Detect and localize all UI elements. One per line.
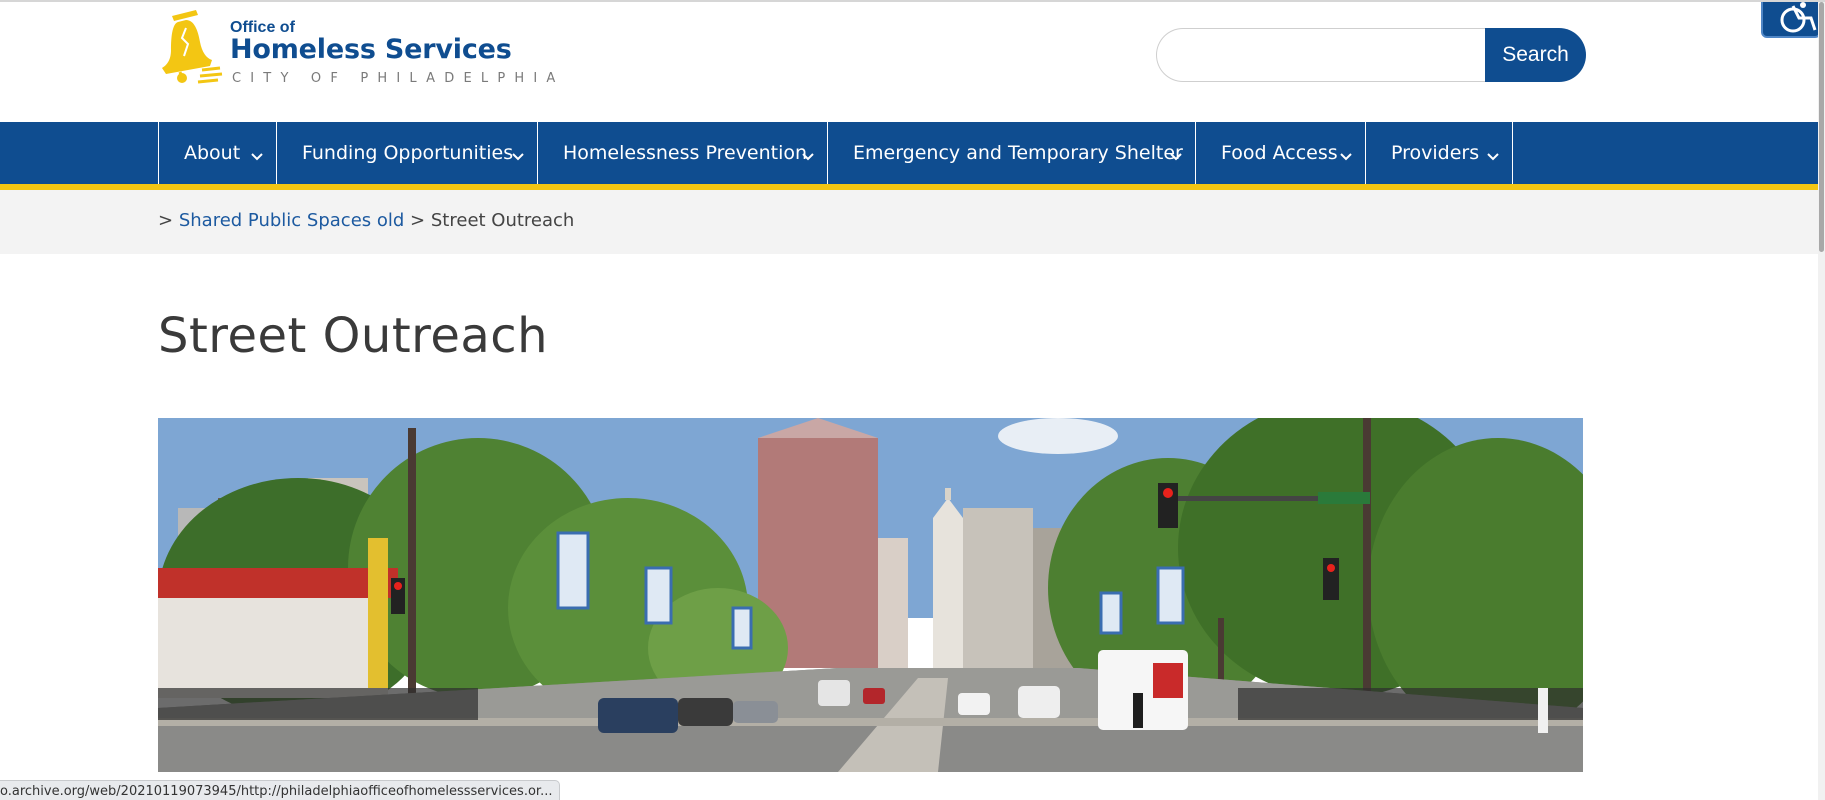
search-form: Search bbox=[1156, 28, 1586, 82]
nav-item-funding-opportunities[interactable]: Funding Opportunities bbox=[277, 122, 538, 184]
breadcrumb-separator: > bbox=[158, 210, 174, 231]
nav-item-label: Emergency and Temporary Shelter bbox=[853, 142, 1183, 164]
site-logo[interactable]: Office of Homeless Services CITY OF PHIL… bbox=[158, 8, 555, 88]
chevron-down-icon bbox=[512, 153, 524, 161]
nav-item-label: Food Access bbox=[1221, 142, 1338, 164]
nav-item-food-access[interactable]: Food Access bbox=[1196, 122, 1366, 184]
nav-item-about[interactable]: About bbox=[159, 122, 277, 184]
breadcrumb-separator: > bbox=[410, 210, 426, 231]
page-scrollbar[interactable] bbox=[1818, 2, 1825, 800]
site-header: Office of Homeless Services CITY OF PHIL… bbox=[0, 2, 1825, 122]
nav-item-label: About bbox=[184, 142, 241, 164]
accessibility-button[interactable] bbox=[1761, 2, 1821, 38]
nav-item-homelessness-prevention[interactable]: Homelessness Prevention bbox=[538, 122, 828, 184]
breadcrumb: > Shared Public Spaces old > Street Outr… bbox=[158, 210, 574, 231]
logo-homeless-services: Homeless Services bbox=[230, 34, 512, 65]
chevron-down-icon bbox=[1487, 153, 1499, 161]
page: Office of Homeless Services CITY OF PHIL… bbox=[0, 0, 1825, 800]
page-title: Street Outreach bbox=[158, 308, 549, 364]
chevron-down-icon bbox=[251, 153, 263, 161]
liberty-bell-icon bbox=[162, 10, 223, 84]
nav-item-emergency-shelter[interactable]: Emergency and Temporary Shelter bbox=[828, 122, 1196, 184]
logo-city-of-philadelphia: CITY OF PHILADELPHIA bbox=[232, 71, 565, 86]
nav-item-label: Homelessness Prevention bbox=[563, 142, 808, 164]
breadcrumb-link-shared-public-spaces[interactable]: Shared Public Spaces old bbox=[179, 210, 404, 231]
search-input[interactable] bbox=[1156, 28, 1486, 82]
nav-item-label: Funding Opportunities bbox=[302, 142, 514, 164]
main-navigation: About Funding Opportunities Homelessness… bbox=[0, 122, 1825, 190]
breadcrumb-bar: > Shared Public Spaces old > Street Outr… bbox=[0, 190, 1825, 254]
nav-item-providers[interactable]: Providers bbox=[1366, 122, 1513, 184]
status-bar-url: o.archive.org/web/20210119073945/http://… bbox=[0, 780, 560, 800]
street-scene-image bbox=[158, 418, 1583, 772]
nav-menu: About Funding Opportunities Homelessness… bbox=[158, 122, 1513, 184]
chevron-down-icon bbox=[802, 153, 814, 161]
nav-item-label: Providers bbox=[1391, 142, 1480, 164]
search-button[interactable]: Search bbox=[1485, 28, 1586, 82]
chevron-down-icon bbox=[1170, 153, 1182, 161]
wheelchair-icon bbox=[1780, 2, 1817, 33]
chevron-down-icon bbox=[1340, 153, 1352, 161]
hero-image bbox=[158, 418, 1583, 772]
breadcrumb-current: Street Outreach bbox=[430, 210, 575, 231]
scrollbar-thumb[interactable] bbox=[1819, 2, 1824, 252]
